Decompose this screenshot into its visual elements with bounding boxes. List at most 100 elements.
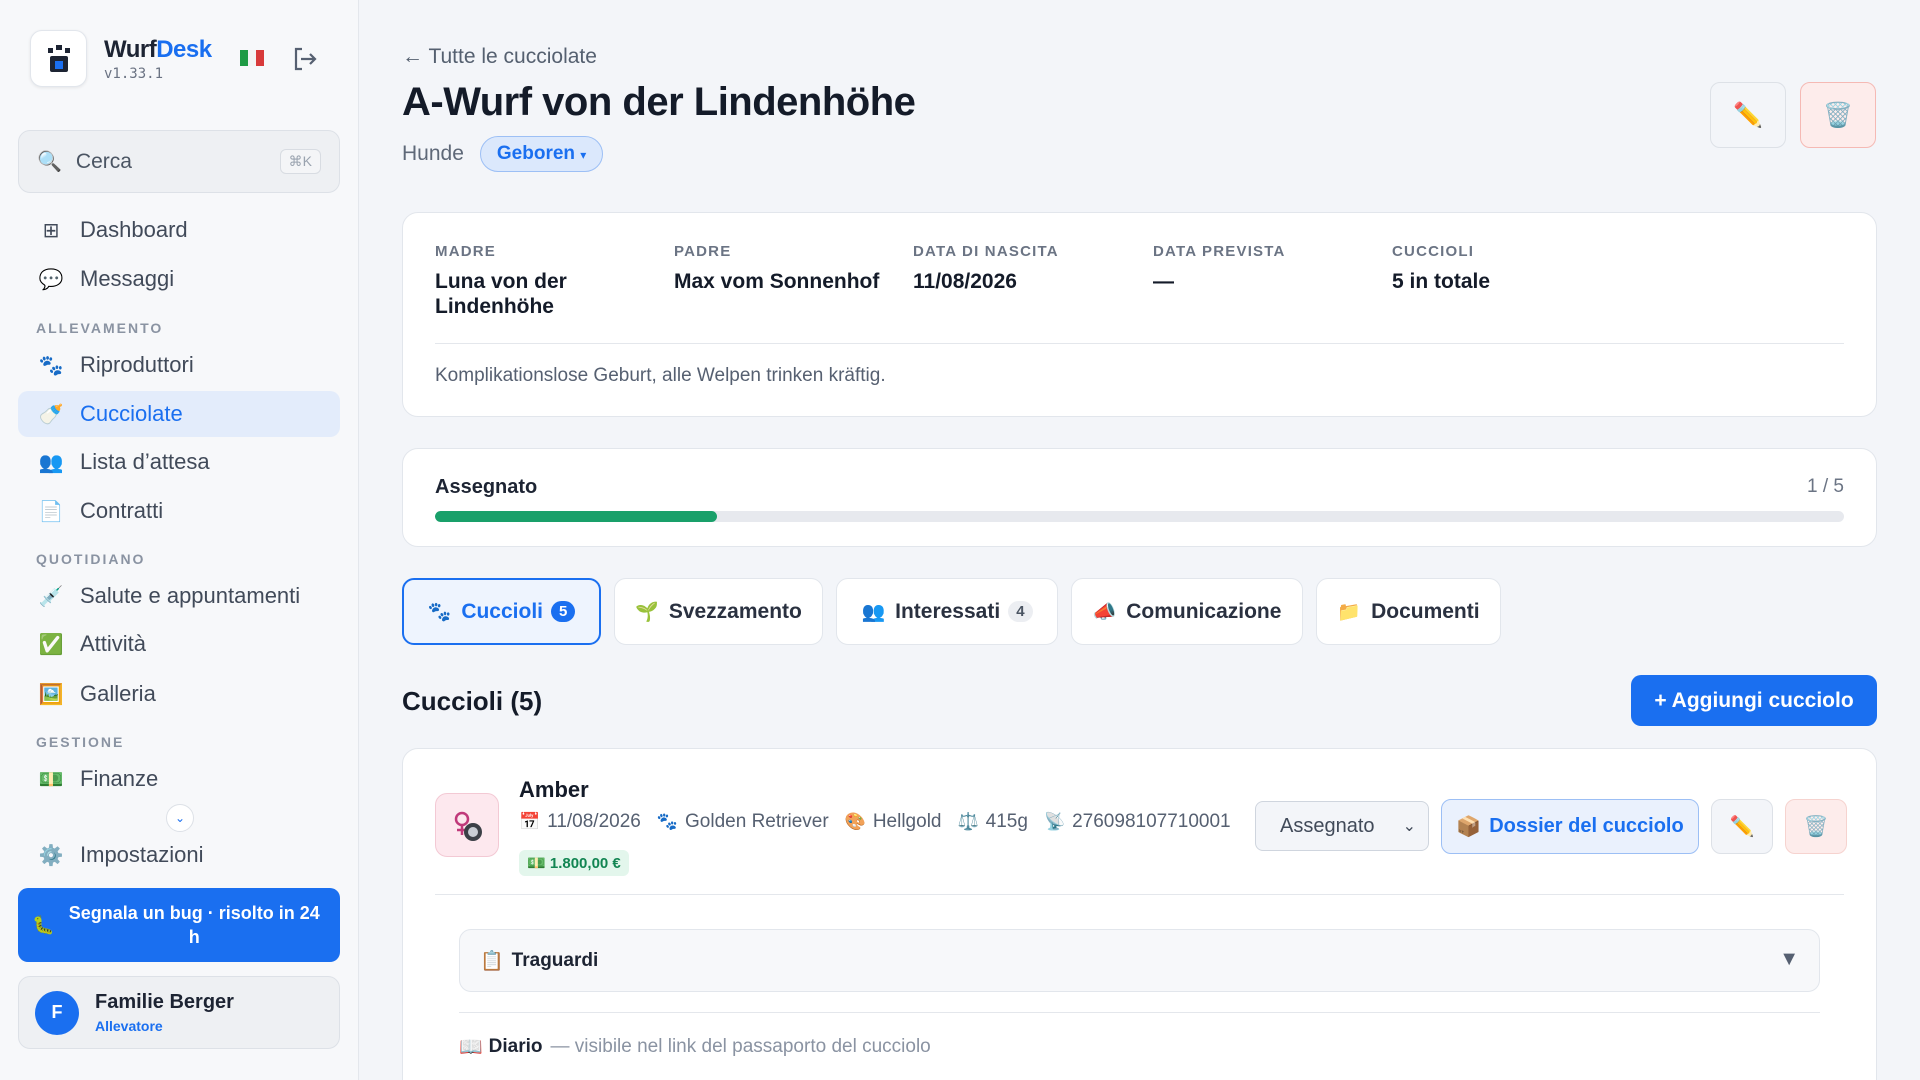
app-version: v1.33.1 — [104, 65, 164, 82]
puppy-birth: 📅 11/08/2026 — [519, 811, 641, 832]
edit-litter-button[interactable]: ✏️ — [1710, 82, 1786, 148]
picture-icon: 🖼️ — [38, 683, 64, 706]
tab-badge: 4 — [1008, 601, 1033, 622]
female-icon — [454, 811, 482, 841]
puppy-avatar[interactable] — [435, 793, 499, 857]
sidebar-item-health[interactable]: 💉 Salute e appuntamenti — [18, 573, 340, 619]
scale-icon: ⚖️ — [957, 812, 979, 831]
app-name: WurfDesk — [104, 35, 212, 63]
progress-fill — [435, 511, 717, 522]
user-name: Familie Berger — [95, 991, 234, 1013]
avatar: F — [35, 990, 79, 1035]
flag-italy-icon[interactable] — [240, 50, 264, 66]
divider — [435, 894, 1844, 895]
calendar-icon: 📅 — [519, 812, 541, 831]
assignment-progress-card: Assegnato 1 / 5 — [402, 448, 1877, 547]
sidebar-item-label: Attività — [80, 631, 147, 656]
paw-logo-icon — [47, 44, 70, 72]
litter-info-card: MADRE Luna von der Lindenhöhe PADRE Max … — [402, 212, 1877, 417]
puppy-meta: 📅 11/08/2026 🐾 Golden Retriever 🎨 Hellgold … — [519, 811, 1247, 833]
status-badge[interactable]: Geboren ▾ — [479, 136, 604, 172]
palette-icon: 🎨 — [844, 812, 866, 831]
trash-icon: 🗑️ — [1803, 816, 1829, 838]
divider — [459, 1012, 1820, 1013]
sidebar-item-litters[interactable]: 🍼 Cucciolate — [18, 391, 340, 437]
trash-icon: 🗑️ — [1823, 101, 1853, 129]
tab-communication[interactable]: 📣 Comunicazione — [1071, 578, 1303, 645]
sidebar-item-tasks[interactable]: ✅ Attività — [18, 621, 340, 667]
gear-icon: ⚙️ — [38, 844, 64, 867]
puppies-count-field: CUCCIOLI 5 in totale — [1392, 243, 1491, 293]
section-daily: QUOTIDIANO — [36, 551, 146, 567]
edit-puppy-button[interactable]: ✏️ — [1711, 799, 1773, 854]
money-icon: 💵 — [38, 768, 64, 791]
mother-value[interactable]: Luna von der Lindenhöhe — [435, 269, 655, 319]
brand[interactable]: WurfDesk v1.33.1 — [30, 30, 212, 87]
sprout-icon: 🌱 — [635, 601, 659, 623]
sidebar-item-gallery[interactable]: 🖼️ Galleria — [18, 671, 340, 717]
puppy-dossier-button[interactable]: 📦 Dossier del cucciolo — [1441, 799, 1699, 854]
progress-count: 1 / 5 — [1807, 476, 1844, 497]
mother-field: MADRE Luna von der Lindenhöhe — [435, 243, 655, 319]
add-puppy-button[interactable]: + Aggiungi cucciolo — [1631, 675, 1877, 726]
chevron-down-icon: ▾ — [580, 148, 587, 162]
father-field: PADRE Max vom Sonnenhof — [674, 243, 894, 294]
chevron-down-icon[interactable]: ⌄ — [166, 804, 194, 832]
document-icon: 📄 — [38, 500, 64, 523]
subtitle-row: Hunde Geboren ▾ — [402, 136, 604, 172]
tab-weaning[interactable]: 🌱 Svezzamento — [614, 578, 823, 645]
sidebar-item-messages[interactable]: 💬 Messaggi — [18, 256, 340, 302]
page-title: A-Wurf von der Lindenhöhe — [402, 80, 916, 124]
money-icon: 💵 — [527, 855, 546, 872]
delete-litter-button[interactable]: 🗑️ — [1800, 82, 1876, 148]
diary-header: 📖 Diario — visibile nel link del passapo… — [459, 1036, 931, 1058]
birth-date-field: DATA DI NASCITA 11/08/2026 — [913, 243, 1059, 293]
search-icon: 🔍 — [37, 151, 62, 173]
paw-icon: 🐾 — [38, 354, 64, 377]
book-icon: 📖 — [459, 1037, 483, 1058]
father-value[interactable]: Max vom Sonnenhof — [674, 269, 894, 294]
back-link[interactable]: ← Tutte le cucciolate — [402, 45, 597, 69]
paw-icon: 🐾 — [656, 812, 679, 831]
sidebar-item-settings[interactable]: ⚙️ Impostazioni — [18, 832, 340, 878]
satellite-icon: 📡 — [1043, 812, 1066, 831]
search-shortcut: ⌘K — [279, 149, 321, 174]
baby-bottle-icon: 🍼 — [38, 403, 64, 426]
puppy-status-select[interactable]: Assegnato ⌄ — [1255, 801, 1429, 851]
tab-puppies[interactable]: 🐾 Cuccioli 5 — [402, 578, 601, 645]
paw-icon: 🐾 — [427, 601, 452, 623]
tab-interested[interactable]: 👥 Interessati 4 — [836, 578, 1058, 645]
sidebar-item-label: Dashboard — [80, 217, 188, 242]
delete-puppy-button[interactable]: 🗑️ — [1785, 799, 1847, 854]
sidebar-item-dashboard[interactable]: ⊞ Dashboard — [18, 207, 340, 253]
section-breeding: ALLEVAMENTO — [36, 320, 164, 336]
milestones-accordion[interactable]: 📋 Traguardi ▼ — [459, 929, 1820, 992]
sidebar-item-label: Impostazioni — [80, 842, 204, 867]
tab-documents[interactable]: 📁 Documenti — [1316, 578, 1501, 645]
sidebar-item-breeders[interactable]: 🐾 Riproduttori — [18, 342, 340, 388]
sidebar-item-contracts[interactable]: 📄 Contratti — [18, 488, 340, 534]
sidebar-item-label: Lista d’attesa — [80, 449, 210, 474]
litter-note: Komplikationslose Geburt, alle Welpen tr… — [435, 365, 886, 386]
search-input[interactable]: 🔍 Cerca ⌘K — [18, 130, 340, 193]
progress-label: Assegnato — [435, 476, 538, 498]
user-card[interactable]: F Familie Berger Allevatore — [18, 976, 340, 1049]
chevron-down-icon: ⌄ — [1402, 818, 1416, 835]
sidebar-item-waitlist[interactable]: 👥 Lista d’attesa — [18, 439, 340, 485]
puppies-section-title: Cuccioli (5) — [402, 686, 543, 716]
report-bug-button[interactable]: 🐛 Segnala un bug · risolto in 24 h — [18, 888, 340, 962]
package-icon: 📦 — [1456, 816, 1482, 838]
puppy-weight: ⚖️ 415g — [957, 811, 1028, 832]
sidebar-item-finance[interactable]: 💵 Finanze — [18, 756, 340, 802]
tab-badge: 5 — [551, 601, 576, 622]
clipboard-icon: 📋 — [480, 950, 504, 972]
puppy-name[interactable]: Amber — [519, 777, 589, 803]
sidebar-item-label: Cucciolate — [80, 401, 183, 426]
puppy-chip: 📡 276098107710001 — [1043, 811, 1231, 832]
breed-label: Hunde — [402, 142, 464, 165]
sidebar-item-label: Contratti — [80, 498, 164, 523]
logout-icon[interactable] — [290, 44, 320, 74]
chat-bubble-icon: 💬 — [38, 268, 64, 291]
sidebar-item-label: Salute e appuntamenti — [80, 583, 301, 608]
search-placeholder: Cerca — [75, 149, 132, 173]
